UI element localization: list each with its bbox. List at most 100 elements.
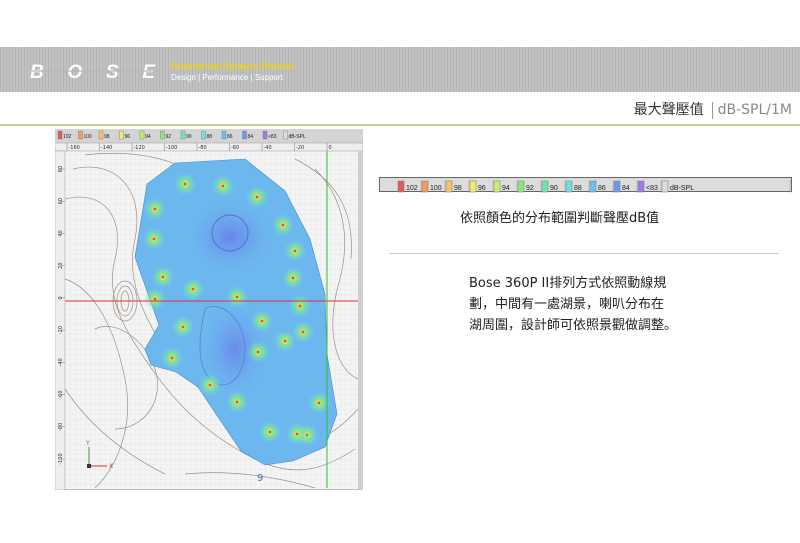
legend-swatch — [637, 180, 645, 193]
tagline: Design | Performance | Support — [171, 73, 283, 82]
y-tick-label: -20 — [58, 326, 64, 334]
x-tick-label: -20 — [296, 145, 304, 151]
speaker-point — [153, 297, 157, 301]
spl-scale-legend: 102 100 98 96 94 92 90 88 86 84 <83 dB-SPL — [379, 177, 792, 193]
map-legend-swatch — [119, 130, 124, 140]
legend-label: 100 — [430, 185, 442, 192]
speaker-point — [152, 237, 156, 241]
map-scrollbar[interactable] — [358, 151, 363, 490]
map-legend-label: 96 — [125, 134, 131, 140]
map-legend-label: 100 — [84, 134, 93, 140]
legend-swatch — [661, 180, 669, 193]
y-tick-label: -80 — [58, 423, 64, 431]
speaker-point — [191, 287, 195, 291]
speaker-marker — [282, 267, 304, 289]
speaker-point — [301, 330, 305, 334]
x-tick-label: -160 — [69, 145, 80, 151]
speaker-point — [235, 295, 239, 299]
description-line: 劃，中間有一處湖景，喇叭分布在 — [469, 297, 665, 312]
page-title: 最大聲壓值 dB-SPL/1M — [634, 99, 792, 119]
legend-item: 88 — [565, 180, 590, 193]
legend-swatch — [613, 180, 621, 193]
header-banner: BOSE Professional Systems Division Desig… — [0, 47, 800, 92]
legend-item: 94 — [493, 180, 518, 193]
map-legend-swatch — [57, 130, 63, 140]
legend-swatch — [589, 180, 597, 193]
legend-item: 102 — [397, 180, 422, 193]
map-legend-swatch — [160, 130, 165, 140]
y-tick-label: -100 — [58, 453, 64, 464]
speaker-marker — [274, 330, 296, 352]
title-underline — [0, 124, 800, 126]
y-tick-label: -60 — [58, 390, 64, 398]
description-text: Bose 360P II排列方式依照動線規 劃，中間有一處湖景，喇叭分布在 湖周… — [469, 273, 739, 336]
y-tick-label: -40 — [58, 358, 64, 366]
legend-label: <83 — [646, 185, 658, 192]
map-legend-label: 94 — [145, 134, 151, 140]
speaker-point — [295, 432, 299, 436]
title-separator — [711, 101, 713, 119]
speaker-marker — [199, 374, 221, 396]
legend-swatch — [445, 180, 453, 193]
map-legend-label: dB-SPL — [289, 134, 306, 140]
speaker-marker — [172, 316, 194, 338]
description-line: 湖周圍，設計師可依照景觀做調整。 — [469, 318, 678, 333]
map-legend-swatch — [78, 130, 83, 140]
speaker-point — [317, 401, 321, 405]
map-legend-label: 102 — [63, 134, 72, 140]
speaker-marker — [226, 391, 248, 413]
x-tick-label: -80 — [199, 145, 207, 151]
axis-y-label: Y — [85, 440, 90, 447]
map-legend-swatch — [262, 130, 268, 140]
legend-item: dB-SPL — [661, 180, 791, 193]
legend-label: 90 — [550, 185, 558, 192]
legend-item: 98 — [445, 180, 470, 193]
x-tick-label: -60 — [231, 145, 239, 151]
speaker-point — [208, 383, 212, 387]
speaker-marker — [182, 278, 204, 300]
map-legend-label: 88 — [207, 134, 213, 140]
speaker-marker — [161, 347, 183, 369]
speaker-point — [235, 400, 239, 404]
speaker-marker — [251, 310, 273, 332]
speaker-point — [281, 223, 285, 227]
legend-label: 102 — [406, 185, 418, 192]
spl-map-screenshot: 102 100 98 96 94 92 90 88 86 84 <83 dB-SPL -160 -140… — [54, 128, 364, 491]
speaker-point — [170, 356, 174, 360]
axis-x-label: X — [109, 463, 113, 470]
page-title-unit: dB-SPL/1M — [717, 102, 792, 118]
speaker-point — [256, 350, 260, 354]
legend-swatch — [565, 180, 573, 193]
map-legend-swatch — [242, 130, 247, 140]
speaker-marker — [152, 266, 174, 288]
speaker-point — [161, 275, 165, 279]
map-legend-label: 90 — [186, 134, 192, 140]
legend-label: 92 — [526, 185, 534, 192]
legend-swatch — [517, 180, 525, 193]
legend-swatch — [421, 180, 429, 193]
spl-map-canvas: 102 100 98 96 94 92 90 88 86 84 <83 dB-SPL -160 -140… — [54, 128, 364, 491]
map-legend-swatch — [180, 130, 186, 140]
map-legend-swatch — [201, 130, 206, 140]
y-tick-label: 80 — [58, 166, 64, 172]
speaker-point — [221, 184, 225, 188]
legend-label: 88 — [574, 185, 582, 192]
speaker-point — [181, 325, 185, 329]
y-tick-label: 40 — [58, 230, 64, 236]
map-legend-label: 92 — [166, 134, 172, 140]
legend-item: 92 — [517, 180, 542, 193]
legend-item: <83 — [637, 180, 662, 193]
speaker-marker — [259, 421, 281, 443]
legend-swatch — [493, 180, 501, 193]
speaker-marker — [272, 214, 294, 236]
legend-swatch — [541, 180, 549, 193]
y-tick-label: 0 — [58, 296, 64, 299]
map-legend-label: 86 — [227, 134, 233, 140]
map-corner-mark: 9 — [257, 473, 263, 484]
low-spl-zone-north — [190, 203, 270, 271]
legend-label: 86 — [598, 185, 606, 192]
x-tick-label: -140 — [101, 145, 112, 151]
y-tick-label: 20 — [58, 262, 64, 268]
legend-item: 90 — [541, 180, 566, 193]
speaker-point — [268, 430, 272, 434]
